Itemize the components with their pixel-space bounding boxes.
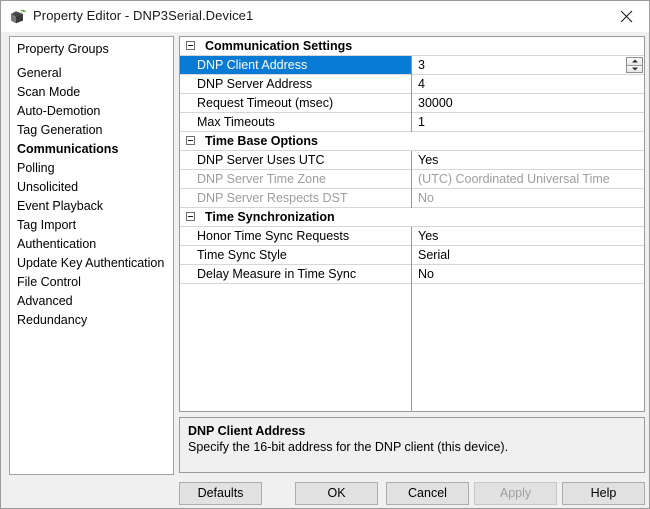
- collapse-minus-icon[interactable]: [186, 41, 195, 50]
- property-value[interactable]: 3: [412, 56, 644, 74]
- group-header-label: Time Base Options: [205, 134, 318, 148]
- sidebar-item-tag-import[interactable]: Tag Import: [10, 216, 173, 235]
- apply-button: Apply: [474, 482, 557, 505]
- help-button[interactable]: Help: [562, 482, 645, 505]
- property-row[interactable]: DNP Server Uses UTC Yes: [180, 151, 644, 170]
- property-name: DNP Server Uses UTC: [197, 153, 325, 167]
- property-name: DNP Server Respects DST: [197, 191, 348, 205]
- property-row[interactable]: DNP Client Address 3: [180, 56, 644, 75]
- close-icon[interactable]: [604, 1, 649, 31]
- sidebar-item-file-control[interactable]: File Control: [10, 273, 173, 292]
- property-value[interactable]: 1: [412, 113, 644, 131]
- property-row[interactable]: Time Sync Style Serial: [180, 246, 644, 265]
- sidebar-item-general[interactable]: General: [10, 64, 173, 83]
- sidebar-item-redundancy[interactable]: Redundancy: [10, 311, 173, 330]
- group-header-communication-settings[interactable]: Communication Settings: [180, 37, 644, 56]
- property-value[interactable]: 4: [412, 75, 644, 93]
- property-name: Honor Time Sync Requests: [197, 229, 350, 243]
- property-name: Delay Measure in Time Sync: [197, 267, 357, 281]
- property-value[interactable]: No: [412, 265, 644, 283]
- spinner-down-icon[interactable]: [627, 65, 642, 72]
- property-value: (UTC) Coordinated Universal Time: [418, 172, 610, 186]
- property-value[interactable]: Yes: [412, 227, 644, 245]
- property-row[interactable]: Honor Time Sync Requests Yes: [180, 227, 644, 246]
- description-title: DNP Client Address: [188, 424, 306, 438]
- sidebar-item-tag-generation[interactable]: Tag Generation: [10, 121, 173, 140]
- value-spinner[interactable]: [626, 57, 643, 73]
- property-name: Max Timeouts: [197, 115, 275, 129]
- property-row[interactable]: DNP Server Address 4: [180, 75, 644, 94]
- sidebar-item-authentication[interactable]: Authentication: [10, 235, 173, 254]
- property-row[interactable]: Delay Measure in Time Sync No: [180, 265, 644, 284]
- description-text: Specify the 16-bit address for the DNP c…: [188, 440, 509, 454]
- sidebar-item-event-playback[interactable]: Event Playback: [10, 197, 173, 216]
- property-name: DNP Server Address: [197, 77, 313, 91]
- ok-button[interactable]: OK: [295, 482, 378, 505]
- sidebar-item-unsolicited[interactable]: Unsolicited: [10, 178, 173, 197]
- defaults-button[interactable]: Defaults: [179, 482, 262, 505]
- sidebar-item-update-key-authentication[interactable]: Update Key Authentication: [10, 254, 173, 273]
- sidebar-header: Property Groups: [17, 42, 109, 56]
- property-groups-sidebar[interactable]: Property Groups General Scan Mode Auto-Dem…: [9, 36, 174, 475]
- group-header-label: Communication Settings: [205, 39, 353, 53]
- group-header-time-synchronization[interactable]: Time Synchronization: [180, 208, 644, 227]
- dialog-button-bar: Defaults OK Cancel Apply Help: [1, 478, 649, 509]
- property-grid[interactable]: Communication Settings DNP Client Address…: [179, 36, 645, 412]
- collapse-minus-icon[interactable]: [186, 212, 195, 221]
- group-header-label: Time Synchronization: [205, 210, 335, 224]
- sidebar-item-auto-demotion[interactable]: Auto-Demotion: [10, 102, 173, 121]
- spinner-up-icon[interactable]: [627, 58, 642, 66]
- property-row[interactable]: Max Timeouts 1: [180, 113, 644, 132]
- device-cube-icon: [10, 9, 27, 25]
- sidebar-item-scan-mode[interactable]: Scan Mode: [10, 83, 173, 102]
- property-row[interactable]: Request Timeout (msec) 30000: [180, 94, 644, 113]
- window-title: Property Editor - DNP3Serial.Device1: [33, 8, 254, 23]
- property-value[interactable]: 30000: [412, 94, 644, 112]
- property-editor-window: Property Editor - DNP3Serial.Device1 Pro…: [0, 0, 650, 509]
- title-bar: Property Editor - DNP3Serial.Device1: [1, 1, 649, 32]
- collapse-minus-icon[interactable]: [186, 136, 195, 145]
- property-value: No: [418, 191, 434, 205]
- property-row[interactable]: DNP Server Time Zone (UTC) Coordinated Un…: [180, 170, 644, 189]
- sidebar-item-polling[interactable]: Polling: [10, 159, 173, 178]
- property-name: DNP Client Address: [180, 56, 411, 74]
- group-header-time-base-options[interactable]: Time Base Options: [180, 132, 644, 151]
- property-value[interactable]: Serial: [412, 246, 644, 264]
- property-value[interactable]: Yes: [412, 151, 644, 169]
- property-name: Time Sync Style: [197, 248, 287, 262]
- property-name: DNP Server Time Zone: [197, 172, 326, 186]
- sidebar-item-advanced[interactable]: Advanced: [10, 292, 173, 311]
- cancel-button[interactable]: Cancel: [386, 482, 469, 505]
- sidebar-item-communications[interactable]: Communications: [10, 140, 173, 159]
- property-name: Request Timeout (msec): [197, 96, 334, 110]
- description-pane: DNP Client Address Specify the 16-bit ad…: [179, 417, 645, 473]
- property-row[interactable]: DNP Server Respects DST No: [180, 189, 644, 208]
